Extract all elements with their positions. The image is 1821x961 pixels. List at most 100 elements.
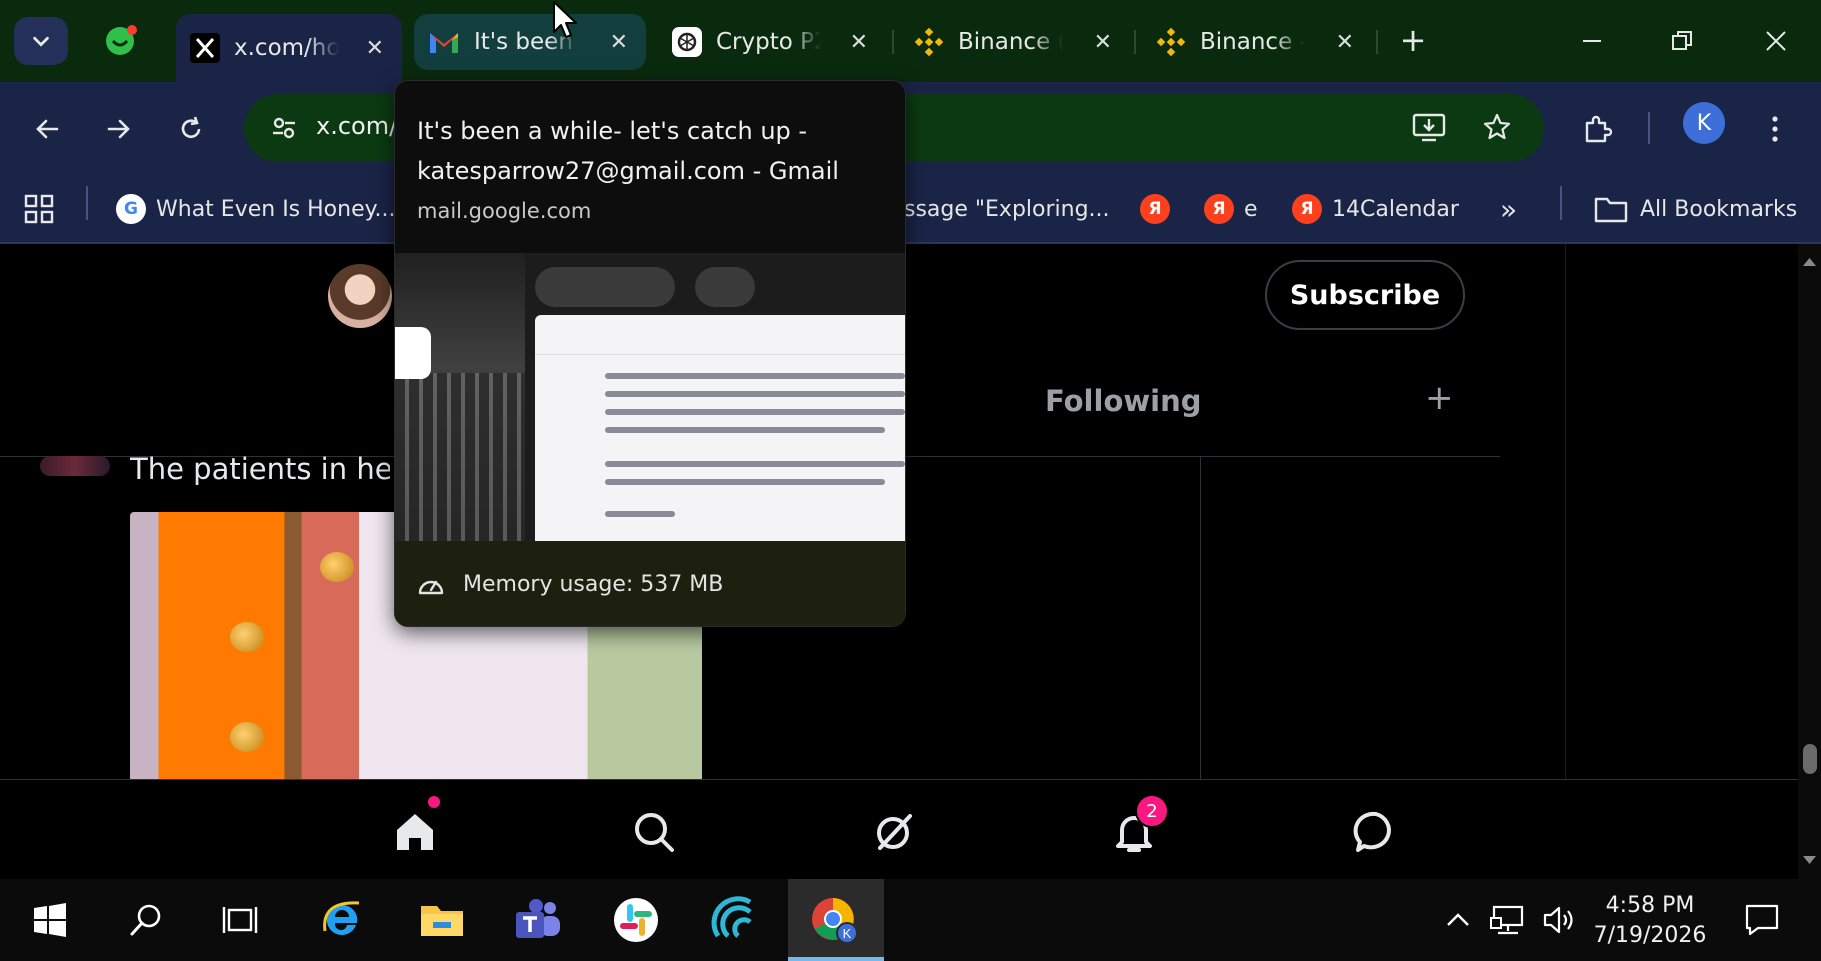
tab-close-button[interactable]: ✕: [366, 36, 384, 61]
forward-button[interactable]: [94, 104, 144, 154]
bookmark-star-button[interactable]: [1474, 104, 1520, 150]
tab-hover-card: It's been a while- let's catch up - kate…: [394, 80, 906, 627]
tab-binance-2[interactable]: Binance - ✕: [1142, 14, 1372, 70]
chevron-down-icon: [33, 36, 49, 47]
scrollbar-thumb[interactable]: [1803, 744, 1817, 774]
tab-search-button[interactable]: [14, 17, 68, 65]
slack-icon: [614, 898, 658, 942]
grok-icon: [877, 814, 912, 850]
taskbar-search-button[interactable]: [118, 892, 174, 948]
chevron-up-icon: [1447, 913, 1469, 926]
apps-button[interactable]: [24, 192, 54, 226]
bookmark-item[interactable]: Я e: [1204, 192, 1258, 226]
restore-button[interactable]: [1652, 18, 1712, 64]
start-button[interactable]: [22, 892, 78, 948]
bookmark-separator: [86, 186, 88, 220]
back-button[interactable]: [22, 104, 72, 154]
preview-text-line: [605, 373, 905, 379]
search-icon: [130, 904, 161, 936]
taskbar-app[interactable]: [706, 892, 762, 948]
install-app-button[interactable]: [1406, 104, 1452, 150]
volume-button[interactable]: [1540, 892, 1580, 948]
network-icon: [1490, 905, 1524, 935]
speaker-icon: [1543, 906, 1573, 934]
tab-separator: [1376, 30, 1378, 54]
apps-grid-icon: [24, 194, 54, 224]
taskbar-clock[interactable]: 4:58 PM 7/19/2026: [1590, 891, 1710, 951]
page-scrollbar[interactable]: [1798, 244, 1821, 879]
bookmark-item[interactable]: Я: [1140, 192, 1170, 226]
tab-close-button[interactable]: ✕: [1094, 30, 1112, 55]
task-view-button[interactable]: [212, 892, 268, 948]
tab-gmail[interactable]: It's been ✕: [414, 14, 646, 70]
post-image-detail: [320, 552, 354, 582]
bookmark-item[interactable]: ssage "Exploring...: [904, 192, 1110, 226]
minimize-button[interactable]: [1562, 18, 1622, 64]
reload-button[interactable]: [166, 104, 216, 154]
tab-following[interactable]: Following: [1045, 384, 1202, 418]
new-tab-button[interactable]: +: [1390, 17, 1436, 63]
pinned-tab[interactable]: [92, 14, 150, 68]
folder-icon: [1594, 197, 1628, 223]
toolbar-separator: [1648, 112, 1650, 144]
notification-badge: 2: [1135, 794, 1169, 828]
puzzle-icon: [1585, 115, 1613, 143]
browser-toolbar: x.com/ K: [0, 82, 1821, 174]
url-text: x.com/: [316, 112, 398, 140]
browser-menu-button[interactable]: [1752, 106, 1798, 152]
bookmark-label: What Even Is Honey...: [156, 196, 396, 222]
taskbar-file-explorer[interactable]: [414, 892, 470, 948]
preview-text-line: [605, 479, 885, 485]
nav-search[interactable]: [624, 802, 684, 862]
internet-explorer-icon: [323, 901, 360, 935]
bookmark-item[interactable]: G What Even Is Honey...: [116, 192, 395, 226]
chat-app-icon: [106, 25, 137, 55]
tab-chatgpt[interactable]: Crypto P2 ✕: [658, 14, 886, 70]
show-hidden-icons-button[interactable]: [1440, 892, 1476, 948]
bookmark-item[interactable]: Я 14Calendar: [1292, 192, 1459, 226]
nav-home[interactable]: [385, 802, 445, 862]
divider: [1200, 456, 1201, 779]
hover-card-memory: Memory usage: 537 MB: [395, 541, 905, 626]
add-feed-button[interactable]: +: [1425, 378, 1454, 418]
taskbar-chrome[interactable]: K: [806, 892, 862, 948]
action-center-button[interactable]: [1734, 892, 1790, 948]
taskbar-slack[interactable]: [608, 892, 664, 948]
tab-x[interactable]: x.com/ho ✕: [176, 14, 402, 82]
tab-title: Crypto P2: [716, 29, 821, 55]
post-text: The patients in her l: [130, 452, 390, 486]
restore-icon: [1672, 31, 1692, 50]
preview-search-bar: [535, 267, 675, 307]
yandex-icon: Я: [1292, 194, 1322, 224]
profile-avatar[interactable]: [328, 264, 392, 328]
yandex-icon: Я: [1204, 194, 1234, 224]
hover-card-domain: mail.google.com: [417, 199, 592, 223]
tab-binance-1[interactable]: Binance ( ✕: [900, 14, 1130, 70]
taskbar-edge-legacy[interactable]: [314, 892, 370, 948]
svg-text:K: K: [843, 926, 852, 941]
minimize-icon: [1583, 40, 1601, 42]
tab-close-button[interactable]: ✕: [850, 30, 868, 55]
preview-text-line: [605, 391, 905, 397]
close-window-button[interactable]: [1746, 18, 1806, 64]
tab-separator: [1134, 30, 1136, 54]
all-bookmarks-button[interactable]: All Bookmarks: [1594, 192, 1797, 226]
preview-text-line: [605, 427, 885, 433]
taskbar-teams[interactable]: [510, 892, 566, 948]
chatgpt-icon: [672, 27, 702, 57]
wave-app-icon: [711, 896, 752, 938]
network-button[interactable]: [1488, 892, 1528, 948]
site-info-button[interactable]: [262, 106, 306, 150]
post-author-avatar[interactable]: [40, 456, 110, 476]
task-view-icon: [222, 907, 258, 933]
nav-grok[interactable]: [864, 802, 924, 862]
bookmarks-bar: G What Even Is Honey... ssage "Exploring…: [0, 174, 1821, 244]
tab-close-button[interactable]: ✕: [1336, 30, 1354, 55]
profile-avatar-button[interactable]: K: [1683, 102, 1725, 144]
extensions-button[interactable]: [1574, 106, 1620, 152]
cursor-arrow-icon: [553, 1, 577, 38]
nav-messages[interactable]: [1346, 802, 1406, 862]
bookmarks-overflow-button[interactable]: »: [1500, 192, 1517, 226]
tab-close-button[interactable]: ✕: [610, 30, 628, 55]
subscribe-button[interactable]: Subscribe: [1265, 260, 1465, 330]
